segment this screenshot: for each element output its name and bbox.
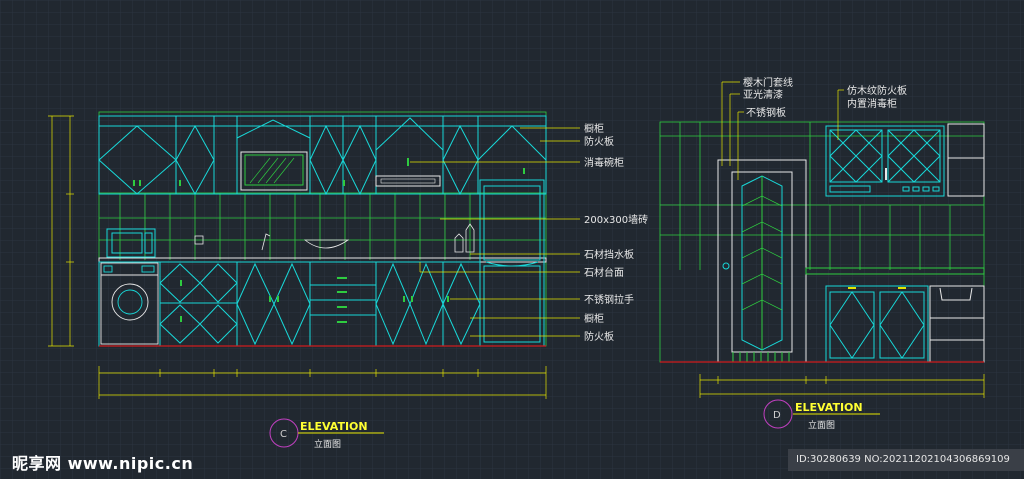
label-wall-tile: 200x300墙砖: [584, 213, 648, 226]
elevation-subtitle-c: 立面图: [314, 438, 341, 450]
label-cabinet-lower: 橱柜: [584, 312, 604, 325]
label-steel-plate: 不锈钢板: [746, 106, 786, 119]
elevation-drawings: 橱柜 防火板 消毒碗柜 200x300墙砖 石材挡水板 石材台面 不锈钢拉手 橱…: [0, 0, 1024, 479]
label-fireproof-board-upper: 防火板: [584, 135, 614, 148]
label-disinfection-cabinet: 消毒碗柜: [584, 156, 624, 169]
marker-c: C: [280, 429, 287, 440]
label-woodgrain-fireproof-board: 仿木纹防火板: [847, 84, 907, 97]
background-grid: [0, 0, 1024, 479]
cad-drawing-canvas: 橱柜 防火板 消毒碗柜 200x300墙砖 石材挡水板 石材台面 不锈钢拉手 橱…: [0, 0, 1024, 479]
elevation-title-c: ELEVATION: [300, 420, 368, 433]
label-cabinet-upper: 橱柜: [584, 122, 604, 135]
elevation-title-d: ELEVATION: [795, 401, 863, 414]
marker-d: D: [773, 410, 781, 421]
label-builtin-disinfection-cabinet: 内置消毒柜: [847, 97, 897, 110]
watermark: 昵享网 www.nipic.cn: [12, 454, 194, 473]
label-stone-splashboard: 石材挡水板: [584, 248, 634, 261]
label-cherry-door-trim: 樱木门套线: [743, 76, 793, 89]
elevation-subtitle-d: 立面图: [808, 419, 835, 431]
label-steel-handle: 不锈钢拉手: [584, 293, 634, 306]
label-fireproof-board-lower: 防火板: [584, 330, 614, 343]
image-id-bar: ID:30280639 NO:20211202104306869109: [788, 449, 1024, 471]
label-stone-countertop: 石材台面: [584, 266, 624, 279]
label-matte-varnish: 亚光清漆: [743, 88, 783, 101]
